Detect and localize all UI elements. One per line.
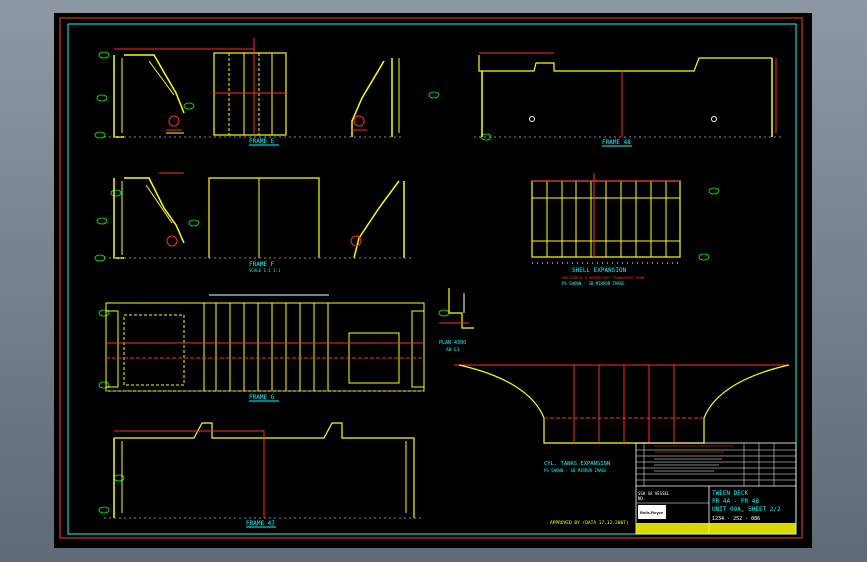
frame-f-view [104, 172, 412, 259]
plan-4300-title: PLAN 4300 [439, 340, 466, 346]
frame-48-view [474, 52, 784, 138]
title-block-line-3: UNIT 09A, SHEET 2/2 [712, 506, 781, 513]
frame-e-view [104, 38, 402, 138]
shell-expansion-note-1: HORIZONTAL & WATERTIGHT TRANSVERSE SEAM [562, 276, 644, 280]
frame-e-label: FRAME E [249, 138, 275, 145]
cyl-tanks-note: PS SHOWN - SB MIRROR IMAGE [544, 468, 607, 473]
cad-viewport: FRAME E FRAME 48 FRAME F SCALE 1:1 1:1 S… [0, 0, 867, 562]
frame-48-label: FRAME 48 [602, 139, 631, 146]
shell-expansion-note-2: PS SHOWN - SB MIRROR IMAGE [562, 281, 625, 286]
cyl-tanks-title: CYL. TANKS EXPANSION [544, 461, 610, 467]
drawing-number: 1234 - 252 - 086 [712, 516, 760, 522]
title-block-line-1: TWEEN DECK [712, 490, 749, 497]
title-block-line-2: FR 4A - FR 48 [712, 498, 759, 505]
shell-expansion-view [531, 173, 681, 264]
frame-g-view [105, 294, 425, 392]
frame-f-label: FRAME F [249, 261, 275, 268]
drawing-sheet[interactable]: FRAME E FRAME 48 FRAME F SCALE 1:1 1:1 S… [54, 13, 812, 548]
rolls-royce-logo: Rolls-Royce [640, 510, 664, 515]
frame-47-view [104, 422, 424, 519]
frame-f-sublabel: SCALE 1:1 1:1 [249, 268, 281, 273]
cyl-tanks-view [454, 364, 790, 444]
balloon-annotations [94, 51, 720, 514]
sheet-border-inner [67, 23, 797, 535]
plan-4300-sub: AB-E1 [446, 347, 460, 353]
shell-expansion-title: SHELL EXPANSION [572, 267, 627, 274]
frame-47-label: FRAME 47 [246, 520, 275, 527]
frame-g-label: FRAME G [249, 394, 275, 401]
plan-4300-view [439, 288, 474, 329]
sheet-border-outer [59, 17, 803, 539]
title-block-company-2: NO. [638, 496, 645, 501]
approval-stamp: APPROVED BY (DATA 17.12.2007) [550, 520, 629, 526]
cad-drawing: FRAME E FRAME 48 FRAME F SCALE 1:1 1:1 S… [59, 17, 803, 539]
